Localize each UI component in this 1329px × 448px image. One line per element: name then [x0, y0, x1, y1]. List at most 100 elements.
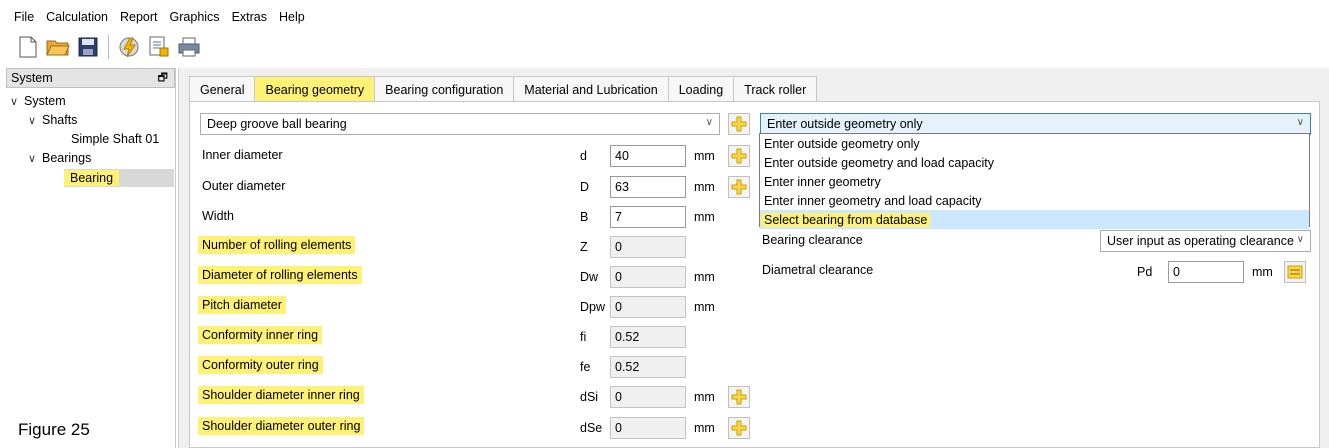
- symbol-d: d: [580, 149, 587, 163]
- toolbar-separator: [108, 35, 109, 59]
- label-outer-diameter: Outer diameter: [202, 179, 286, 193]
- pitch-diameter-input[interactable]: 0: [610, 296, 686, 318]
- bearing-clearance-select[interactable]: User input as operating clearance ∨: [1100, 230, 1311, 252]
- label-diametral-clearance: Diametral clearance: [762, 263, 874, 277]
- dropdown-option[interactable]: Enter inner geometry: [760, 172, 1309, 191]
- unit-mm: mm: [694, 390, 715, 404]
- plus-icon: [731, 116, 747, 132]
- tree-item-system[interactable]: ∨ System: [10, 94, 66, 108]
- system-panel-title: System: [11, 71, 53, 85]
- geometry-mode-select[interactable]: Enter outside geometry only ∨: [760, 113, 1311, 135]
- tab-bearing-geometry[interactable]: Bearing geometry: [254, 76, 376, 102]
- bearing-type-plus-button[interactable]: [728, 113, 750, 135]
- dropdown-option-label: Select bearing from database: [761, 212, 931, 227]
- menu-calculation[interactable]: Calculation: [40, 10, 114, 24]
- label-width: Width: [202, 209, 234, 223]
- tree-label-shafts: Shafts: [42, 113, 78, 127]
- label-conformity-outer-ring: Conformity outer ring: [198, 356, 323, 374]
- unit-mm: mm: [694, 210, 715, 224]
- unit-mm: mm: [694, 270, 715, 284]
- diameter-rolling-elements-input[interactable]: 0: [610, 266, 686, 288]
- tree-item-shafts[interactable]: ∨ Shafts: [28, 113, 77, 127]
- open-folder-icon[interactable]: [46, 35, 70, 59]
- dropdown-option[interactable]: Enter outside geometry and load capacity: [760, 153, 1309, 172]
- plus-icon: [731, 420, 747, 436]
- unit-mm: mm: [694, 421, 715, 435]
- chevron-down-icon[interactable]: ∨: [28, 152, 42, 165]
- conformity-outer-ring-input[interactable]: 0.52: [610, 356, 686, 378]
- bearing-type-select[interactable]: Deep groove ball bearing ∨: [200, 113, 720, 135]
- label-conformity-inner-ring: Conformity inner ring: [198, 326, 323, 344]
- symbol-Dw: Dw: [580, 270, 599, 284]
- report-icon[interactable]: [147, 35, 171, 59]
- geometry-mode-value: Enter outside geometry only: [767, 117, 923, 131]
- chevron-down-icon: ∨: [1296, 117, 1304, 128]
- tree-label-simple-shaft: Simple Shaft 01: [71, 132, 160, 146]
- chevron-down-icon: ∨: [705, 117, 713, 128]
- dropdown-option[interactable]: Enter outside geometry only: [760, 134, 1309, 153]
- label-diameter-rolling-elements: Diameter of rolling elements: [198, 266, 362, 284]
- restore-panel-icon[interactable]: 🗗: [158, 69, 168, 88]
- dropdown-option-selected[interactable]: Select bearing from database: [760, 210, 1309, 229]
- width-input[interactable]: 7: [610, 206, 686, 228]
- unit-mm: mm: [1252, 265, 1273, 279]
- outer-diameter-input[interactable]: 63: [610, 176, 686, 198]
- tab-bar: General Bearing geometry Bearing configu…: [189, 76, 818, 102]
- tree-label-system: System: [24, 94, 66, 108]
- plus-icon: [731, 389, 747, 405]
- shoulder-diameter-inner-ring-input[interactable]: 0: [610, 386, 686, 408]
- system-panel-header: System 🗗: [6, 68, 175, 88]
- menu-help[interactable]: Help: [273, 10, 311, 24]
- tab-track-roller[interactable]: Track roller: [733, 76, 818, 102]
- outer-diameter-plus-button[interactable]: [728, 176, 750, 198]
- tree-item-bearing[interactable]: Bearing: [64, 169, 174, 187]
- symbol-Dpw: Dpw: [580, 300, 606, 314]
- diametral-clearance-list-button[interactable]: [1284, 261, 1306, 283]
- tab-general[interactable]: General: [189, 76, 256, 102]
- tree-item-simple-shaft[interactable]: Simple Shaft 01: [71, 132, 159, 146]
- inner-diameter-plus-button[interactable]: [728, 145, 750, 167]
- unit-mm: mm: [694, 180, 715, 194]
- chevron-down-icon[interactable]: ∨: [28, 114, 42, 127]
- save-icon[interactable]: [76, 35, 100, 59]
- number-rolling-elements-input[interactable]: 0: [610, 236, 686, 258]
- menu-bar: File Calculation Report Graphics Extras …: [8, 6, 311, 28]
- menu-extras[interactable]: Extras: [226, 10, 273, 24]
- chevron-down-icon[interactable]: ∨: [10, 95, 24, 108]
- tree-item-bearings[interactable]: ∨ Bearings: [28, 151, 91, 165]
- menu-file[interactable]: File: [8, 10, 40, 24]
- label-pitch-diameter: Pitch diameter: [198, 296, 286, 314]
- tree-label-bearing: Bearing: [64, 170, 120, 186]
- plus-icon: [731, 148, 747, 164]
- label-number-rolling-elements: Number of rolling elements: [198, 236, 356, 254]
- new-document-icon[interactable]: [16, 35, 40, 59]
- symbol-dSe: dSe: [580, 421, 603, 435]
- symbol-fe: fe: [580, 360, 591, 374]
- menu-report[interactable]: Report: [114, 10, 164, 24]
- dropdown-option[interactable]: Enter inner geometry and load capacity: [760, 191, 1309, 210]
- shoulder-outer-plus-button[interactable]: [728, 417, 750, 439]
- shoulder-inner-plus-button[interactable]: [728, 386, 750, 408]
- chevron-down-icon: ∨: [1296, 234, 1304, 245]
- geometry-mode-dropdown-list: Enter outside geometry only Enter outsid…: [759, 133, 1310, 229]
- menu-graphics[interactable]: Graphics: [164, 10, 226, 24]
- symbol-Z: Z: [580, 240, 588, 254]
- tab-loading[interactable]: Loading: [667, 76, 735, 102]
- calculate-icon[interactable]: [117, 35, 141, 59]
- inner-diameter-input[interactable]: 40: [610, 145, 686, 167]
- print-icon[interactable]: [177, 35, 201, 59]
- tab-material-lubrication[interactable]: Material and Lubrication: [513, 76, 669, 102]
- tab-bearing-configuration[interactable]: Bearing configuration: [374, 76, 515, 102]
- toolbar: [16, 32, 201, 62]
- bearing-type-value: Deep groove ball bearing: [207, 117, 347, 131]
- symbol-D: D: [580, 180, 590, 194]
- diametral-clearance-input[interactable]: 0: [1168, 261, 1244, 283]
- conformity-inner-ring-input[interactable]: 0.52: [610, 326, 686, 348]
- unit-mm: mm: [694, 149, 715, 163]
- symbol-dSi: dSi: [580, 390, 599, 404]
- list-icon: [1287, 265, 1303, 279]
- unit-mm: mm: [694, 300, 715, 314]
- figure-label: Figure 25: [18, 420, 90, 439]
- shoulder-diameter-outer-ring-input[interactable]: 0: [610, 417, 686, 439]
- symbol-B: B: [580, 210, 589, 224]
